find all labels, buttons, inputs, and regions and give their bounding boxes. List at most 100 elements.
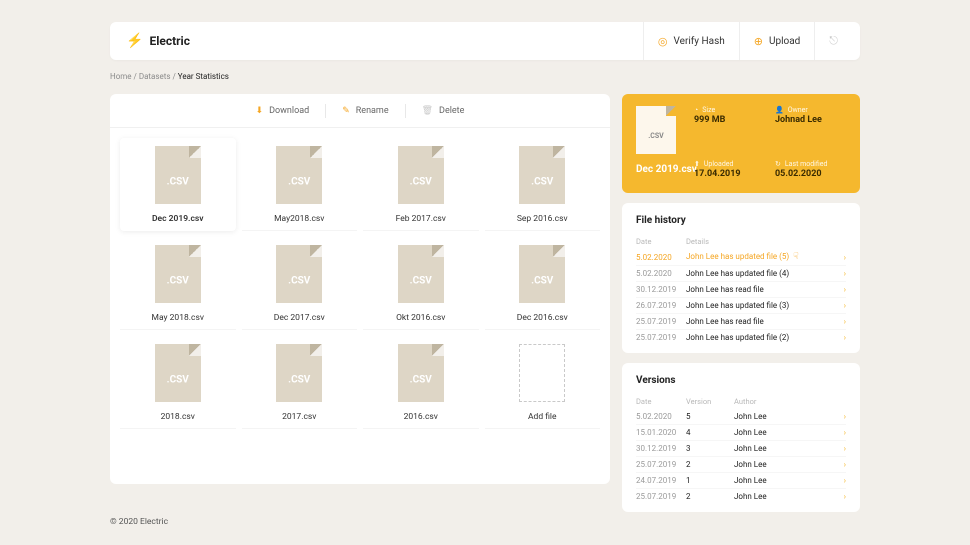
history-row[interactable]: 25.07.2019John Lee has read file› (636, 313, 846, 329)
file-item[interactable]: Sep 2016.csv (485, 138, 601, 231)
version-row[interactable]: 24.07.20191John Lee› (636, 472, 846, 488)
version-author: John Lee (734, 460, 836, 469)
history-details: John Lee has read file (686, 285, 836, 294)
chevron-right-icon: › (836, 460, 846, 469)
history-row[interactable]: 5.02.2020John Lee has updated file (5)☟› (636, 249, 846, 265)
upload-button[interactable]: ⊕ Upload (739, 22, 815, 60)
chevron-right-icon: › (836, 269, 846, 278)
target-icon: ◎ (658, 35, 668, 48)
csv-file-icon (276, 245, 322, 303)
pencil-icon: ✎ (342, 106, 350, 116)
history-row[interactable]: 30.12.2019John Lee has read file› (636, 281, 846, 297)
version-row[interactable]: 25.07.20192John Lee› (636, 456, 846, 472)
meta-owner: 👤Owner Johnad Lee (775, 106, 846, 154)
file-name: 2016.csv (404, 412, 438, 422)
chevron-right-icon: › (836, 476, 846, 485)
file-item[interactable]: Dec 2019.csv (120, 138, 236, 231)
file-item[interactable]: Okt 2016.csv (363, 237, 479, 330)
download-button[interactable]: ⬇ Download (240, 106, 326, 116)
panel-title: Versions (636, 375, 846, 386)
download-icon: ⬇ (256, 106, 264, 116)
version-row[interactable]: 25.07.20192John Lee› (636, 488, 846, 504)
file-name: Dec 2017.csv (274, 313, 325, 323)
version-row[interactable]: 30.12.20193John Lee› (636, 440, 846, 456)
history-row[interactable]: 26.07.2019John Lee has updated file (3)› (636, 297, 846, 313)
history-date: 5.02.2020 (636, 253, 686, 262)
file-item[interactable]: 2017.csv (242, 336, 358, 429)
version-number: 5 (686, 412, 734, 421)
version-number: 2 (686, 460, 734, 469)
trash-icon: 🗑 (422, 106, 433, 116)
csv-file-icon (398, 344, 444, 402)
version-author: John Lee (734, 476, 836, 485)
versions-panel: Versions Date Version Author 5.02.20205J… (622, 363, 860, 512)
file-name: May 2018.csv (152, 313, 204, 323)
csv-file-icon (398, 146, 444, 204)
exit-icon: ⎋ (829, 34, 838, 48)
file-name: Feb 2017.csv (396, 214, 446, 224)
meta-last-modified: ↻Last modified 05.02.2020 (775, 160, 846, 179)
side-column: ◔Size 999 MB 👤Owner Johnad Lee Dec 2019.… (622, 94, 860, 512)
file-item[interactable]: Feb 2017.csv (363, 138, 479, 231)
file-history-panel: File history Date Details 5.02.2020John … (622, 203, 860, 353)
version-row[interactable]: 5.02.20205John Lee› (636, 409, 846, 424)
chevron-right-icon: › (836, 301, 846, 310)
version-row[interactable]: 15.01.20204John Lee› (636, 424, 846, 440)
file-name: 2018.csv (161, 412, 195, 422)
file-name: Sep 2016.csv (517, 214, 568, 224)
history-date: 25.07.2019 (636, 333, 686, 342)
file-name: Okt 2016.csv (396, 313, 445, 323)
file-grid: Dec 2019.csv May2018.csv Feb 2017.csv Sep 2… (110, 128, 610, 439)
history-date: 5.02.2020 (636, 269, 686, 278)
history-date: 30.12.2019 (636, 285, 686, 294)
version-date: 15.01.2020 (636, 428, 686, 437)
breadcrumb-item[interactable]: Home (110, 72, 132, 81)
meta-size: ◔Size 999 MB (694, 106, 765, 154)
csv-file-icon (276, 146, 322, 204)
bolt-icon: ⚡ (126, 33, 143, 49)
history-row[interactable]: 5.02.2020John Lee has updated file (4)› (636, 265, 846, 281)
history-row[interactable]: 25.07.2019John Lee has updated file (2)› (636, 329, 846, 345)
chevron-right-icon: › (836, 444, 846, 453)
add-icon (519, 344, 565, 402)
exit-button[interactable]: ⎋ (814, 22, 844, 60)
file-item[interactable]: 2018.csv (120, 336, 236, 429)
top-header: ⚡ Electric ◎ Verify Hash ⊕ Upload ⎋ (110, 22, 860, 60)
logo[interactable]: ⚡ Electric (126, 33, 190, 49)
file-name: Dec 2016.csv (517, 313, 568, 323)
file-item[interactable]: 2016.csv (363, 336, 479, 429)
history-details: John Lee has updated file (5)☟ (686, 252, 836, 262)
verify-hash-button[interactable]: ◎ Verify Hash (643, 22, 739, 60)
file-name: Dec 2019.csv (152, 214, 204, 224)
chevron-right-icon: › (836, 412, 846, 421)
add-file-button[interactable]: Add file (485, 336, 601, 429)
file-item[interactable]: Dec 2016.csv (485, 237, 601, 330)
history-date: 26.07.2019 (636, 301, 686, 310)
version-date: 24.07.2019 (636, 476, 686, 485)
delete-button[interactable]: 🗑 Delete (406, 106, 481, 116)
file-item[interactable]: May2018.csv (242, 138, 358, 231)
chevron-right-icon: › (836, 285, 846, 294)
version-author: John Lee (734, 492, 836, 501)
breadcrumb-item[interactable]: Datasets (139, 72, 171, 81)
chevron-right-icon: › (836, 492, 846, 501)
version-date: 30.12.2019 (636, 444, 686, 453)
csv-file-icon (155, 245, 201, 303)
breadcrumb: Home / Datasets / Year Statistics (110, 72, 229, 81)
meta-uploaded: ⬆Uploaded 17.04.2019 (694, 160, 765, 179)
version-author: John Lee (734, 444, 836, 453)
file-item[interactable]: May 2018.csv (120, 237, 236, 330)
cursor-icon: ☟ (793, 252, 798, 262)
version-number: 4 (686, 428, 734, 437)
csv-file-icon (398, 245, 444, 303)
upload-icon: ⊕ (754, 35, 763, 48)
rename-button[interactable]: ✎ Rename (326, 106, 404, 116)
file-name: 2017.csv (282, 412, 316, 422)
csv-file-icon (155, 146, 201, 204)
disk-icon: ◔ (694, 106, 698, 114)
calendar-icon: ⬆ (694, 160, 700, 168)
clock-icon: ↻ (775, 160, 781, 168)
csv-file-icon (636, 106, 676, 154)
file-item[interactable]: Dec 2017.csv (242, 237, 358, 330)
chevron-right-icon: › (836, 253, 846, 262)
